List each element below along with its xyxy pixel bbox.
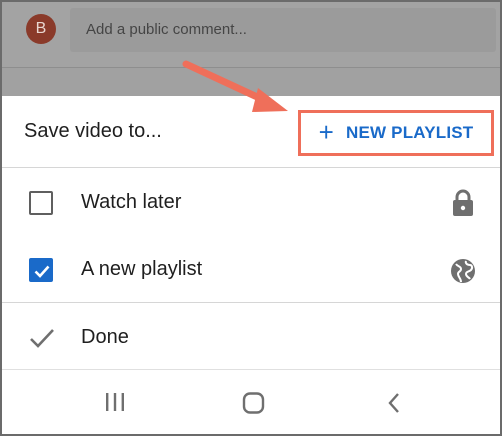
playlist-item-watch-later[interactable]: Watch later — [2, 169, 500, 235]
system-nav-bar — [2, 372, 500, 434]
recent-apps-icon[interactable] — [104, 392, 126, 412]
done-label: Done — [81, 326, 129, 348]
screenshot-frame: B Add a public comment... Save video to.… — [0, 0, 502, 436]
back-icon[interactable] — [385, 392, 403, 414]
comment-input[interactable]: Add a public comment... — [70, 8, 496, 52]
done-check-icon — [30, 329, 54, 348]
check-icon — [34, 265, 50, 278]
checkbox-unchecked[interactable] — [29, 191, 53, 215]
annotation-arrow-icon — [182, 60, 288, 112]
plus-icon: + — [318, 117, 334, 147]
done-row[interactable]: Done — [2, 304, 500, 370]
sheet-title: Save video to... — [24, 120, 162, 142]
playlist-item-label: A new playlist — [81, 258, 203, 280]
playlist-item-label: Watch later — [81, 191, 182, 213]
new-playlist-button[interactable]: + NEW PLAYLIST — [298, 110, 494, 156]
home-icon[interactable] — [242, 392, 266, 414]
avatar[interactable]: B — [26, 14, 56, 44]
lock-icon — [453, 189, 473, 216]
globe-icon — [451, 259, 475, 283]
new-playlist-label: NEW PLAYLIST — [345, 123, 474, 142]
checkbox-checked[interactable] — [29, 258, 53, 282]
playlist-item-new-playlist[interactable]: A new playlist — [2, 236, 500, 303]
